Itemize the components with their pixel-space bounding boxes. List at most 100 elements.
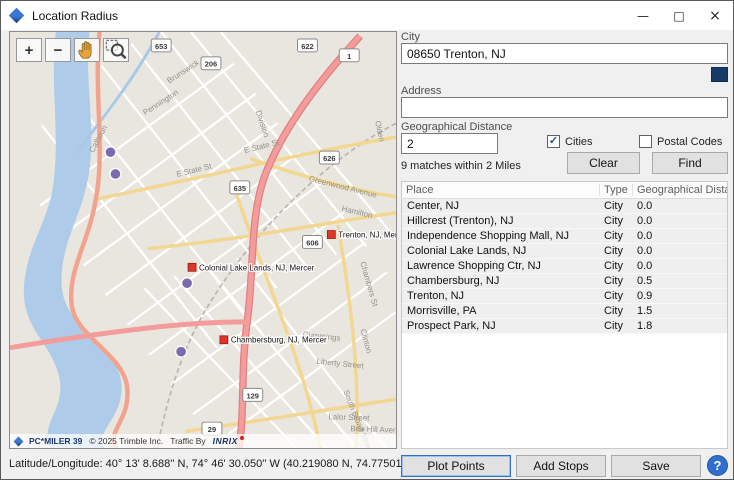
cities-checkbox-label: Cities [565,135,593,148]
window-controls: — □ × [625,1,733,30]
clear-button[interactable]: Clear [567,152,640,174]
save-button[interactable]: Save [611,455,701,477]
zoom-window-icon [105,39,127,60]
city-input[interactable] [401,43,728,64]
cell-distance: 0.0 [637,215,653,227]
window-title: Location Radius [32,8,119,23]
map-attribution: PC*MILER 39 © 2025 Trimble Inc. Traffic … [10,434,396,448]
cell-distance: 1.5 [637,305,653,317]
map-toolbar: + − [16,38,129,62]
close-button[interactable]: × [697,1,733,30]
cell-type: City [604,230,623,242]
cell-place: Hillcrest (Trenton), NJ [407,215,514,227]
table-row[interactable]: Morrisville, PA City 1.5 [402,304,727,319]
table-header: Place Type Geographical Distance [402,182,727,199]
postal-checkbox-label: Postal Codes [657,135,723,148]
svg-text:Chambersburg, NJ, Mercer: Chambersburg, NJ, Mercer [231,336,327,345]
pan-hand-button[interactable] [74,38,100,62]
svg-text:1: 1 [347,52,351,61]
route-shield: 1 [338,48,360,63]
svg-text:Colonial Lake Lands, NJ, Merce: Colonial Lake Lands, NJ, Mercer [199,263,315,272]
titlebar: Location Radius — □ × [1,1,733,30]
column-header-type[interactable]: Type [599,184,632,196]
address-label: Address [401,85,442,97]
cell-distance: 0.5 [637,275,653,287]
results-table: Place Type Geographical Distance Center,… [401,181,728,449]
traffic-by-label: Traffic By [170,436,206,446]
add-stops-button[interactable]: Add Stops [516,455,606,477]
cell-distance: 1.8 [637,320,653,332]
route-shield: 206 [200,56,222,71]
cities-checkbox-row: ✓ Cities [547,135,593,148]
route-shield: 129 [242,387,264,402]
cell-type: City [604,260,623,272]
route-shield: 635 [229,180,251,195]
map-svg: BrunswickPenningtonCalhounE State StE St… [10,32,396,448]
find-button[interactable]: Find [652,152,728,174]
minimize-button[interactable]: — [625,1,661,30]
search-panel: City Address Geographical Distance ✓ Cit… [401,31,728,477]
cell-place: Trenton, NJ [407,290,465,302]
results-table-body: Center, NJ City 0.0 Hillcrest (Trenton), NJ… [402,199,727,334]
app-logo-icon [8,7,25,24]
route-shield: 626 [318,150,340,165]
check-icon: ✓ [548,135,559,147]
table-row[interactable]: Chambersburg, NJ City 0.5 [402,274,727,289]
svg-text:129: 129 [247,391,259,400]
map-marker[interactable]: Chambersburg, NJ, Mercer [219,335,328,346]
plot-points-button[interactable]: Plot Points [401,455,511,477]
cell-place: Colonial Lake Lands, NJ [407,245,527,257]
svg-text:626: 626 [323,154,335,163]
cell-type: City [604,305,623,317]
route-shield: 622 [297,38,318,53]
address-input[interactable] [401,97,728,118]
city-label: City [401,31,420,43]
cell-type: City [604,215,623,227]
help-button[interactable]: ? [707,455,728,476]
table-row[interactable]: Center, NJ City 0.0 [402,199,727,214]
inrix-logo: INRIX [213,436,244,446]
cell-place: Lawrence Shopping Ctr, NJ [407,260,541,272]
cell-place: Independence Shopping Mall, NJ [407,230,570,242]
cell-type: City [604,275,623,287]
svg-text:606: 606 [306,238,318,247]
product-name: PC*MILER 39 [29,436,83,446]
table-row[interactable]: Hillcrest (Trenton), NJ City 0.0 [402,214,727,229]
copyright-text: © 2025 Trimble Inc. [89,436,164,446]
location-radius-window: Location Radius — □ × Brunswick Penningt… [0,0,734,480]
svg-text:622: 622 [301,42,313,51]
city-lookup-button[interactable] [711,67,728,82]
street-label: Lalor Street [328,412,370,422]
postal-codes-checkbox[interactable]: ✓ [639,135,652,148]
pan-hand-icon [78,41,92,59]
cell-type: City [604,320,623,332]
maximize-button[interactable]: □ [661,1,697,30]
latlong-readout: Latitude/Longitude: 40° 13' 8.688'' N, 7… [9,458,425,470]
table-row[interactable]: Trenton, NJ City 0.9 [402,289,727,304]
svg-text:653: 653 [155,42,167,51]
map-canvas[interactable]: Brunswick Pennington Calhoun E State St E St… [9,31,397,449]
table-row[interactable]: Colonial Lake Lands, NJ City 0.0 [402,244,727,259]
table-row[interactable]: Independence Shopping Mall, NJ City 0.0 [402,229,727,244]
svg-text:Trenton, NJ, Mercer: Trenton, NJ, Mercer [338,231,396,240]
distance-label: Geographical Distance [401,121,513,133]
column-header-distance[interactable]: Geographical Distance [632,184,727,196]
matches-count-text: 9 matches within 2 Miles [401,160,521,172]
cell-type: City [604,200,623,212]
svg-text:635: 635 [234,184,246,193]
column-header-place[interactable]: Place [402,184,599,196]
map-marker[interactable]: Colonial Lake Lands, NJ, Mercer [187,262,316,274]
map-marker[interactable]: Trenton, NJ, Mercer [326,229,396,241]
cities-checkbox[interactable]: ✓ [547,135,560,148]
cell-place: Center, NJ [407,200,459,212]
cell-type: City [604,245,623,257]
table-row[interactable]: Prospect Park, NJ City 1.8 [402,319,727,334]
postal-checkbox-row: ✓ Postal Codes [639,135,722,148]
zoom-window-button[interactable] [103,38,129,62]
zoom-out-button[interactable]: − [45,38,71,62]
distance-input[interactable] [401,133,498,154]
table-row[interactable]: Lawrence Shopping Ctr, NJ City 0.0 [402,259,727,274]
zoom-in-button[interactable]: + [16,38,42,62]
pcmiler-logo-icon [13,436,24,446]
cell-place: Morrisville, PA [407,305,477,317]
